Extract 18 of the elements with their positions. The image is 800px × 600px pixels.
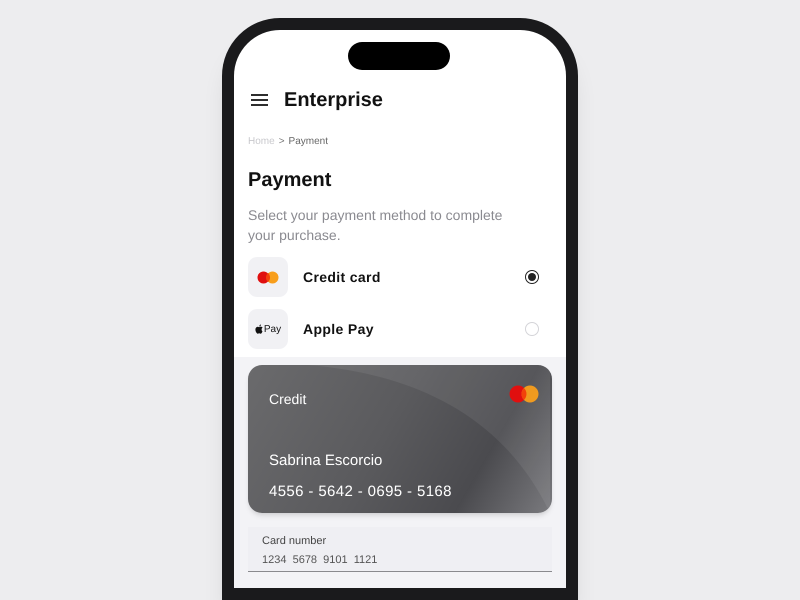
field-label: Card number (262, 534, 328, 549)
menu-icon[interactable] (251, 94, 268, 106)
breadcrumb-separator: > (278, 135, 285, 149)
page-description: Select your payment method to complete your purchase. (248, 206, 504, 245)
app-title: Enterprise (284, 88, 383, 113)
payment-method-label: Credit card (303, 268, 382, 286)
mastercard-icon (509, 385, 539, 403)
card-number-field[interactable]: Card number 1234 5678 9101 1121 (248, 527, 552, 572)
mastercard-icon (248, 257, 288, 297)
field-value: 1234 5678 9101 1121 (262, 552, 378, 568)
breadcrumb-link[interactable]: Payment (288, 134, 328, 149)
apple-pay-icon: Pay (248, 309, 288, 349)
page-heading: Payment (248, 168, 332, 193)
radio-button[interactable] (525, 270, 539, 284)
payment-method-label: Apple Pay (303, 320, 375, 339)
card-number: 4556 - 5642 - 0695 - 5168 (268, 482, 453, 502)
cardholder-name: Sabrina Escorcio (268, 451, 384, 471)
card-type: Credit (269, 390, 306, 409)
